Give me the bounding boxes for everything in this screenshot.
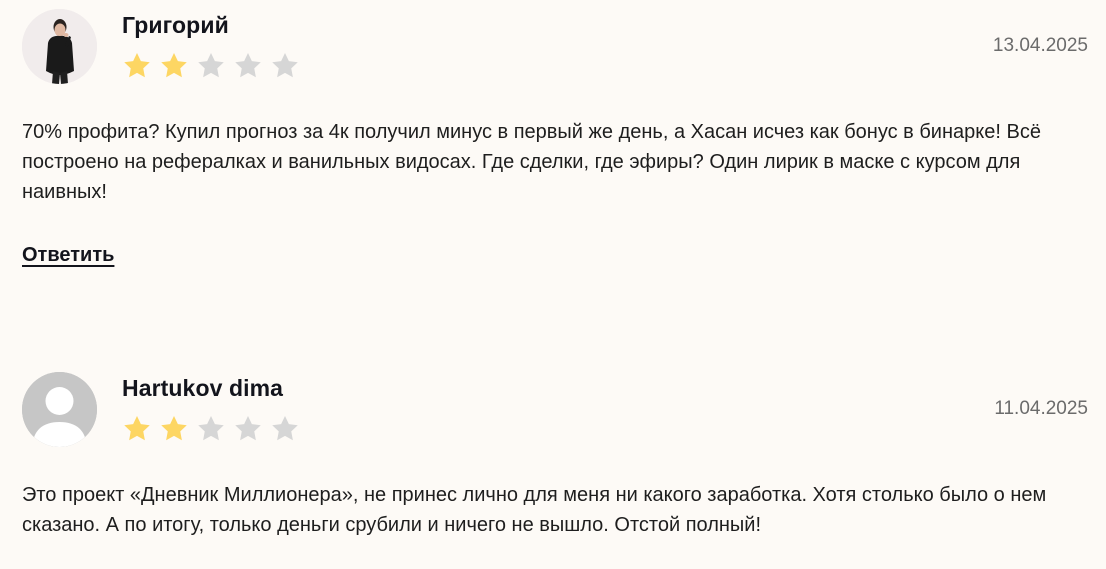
user-icon (22, 372, 97, 447)
star-empty-icon (198, 416, 224, 441)
review-date: 13.04.2025 (992, 35, 1088, 56)
star-empty-icon (235, 416, 261, 441)
rating-stars (122, 414, 300, 444)
review-card: Григорий 13.04.2025 70% профита? Купил п… (0, 0, 1106, 363)
review-author: Григорий (122, 12, 229, 38)
review-date: 11.04.2025 (994, 398, 1088, 419)
avatar (22, 9, 97, 84)
review-author: Hartukov dima (122, 375, 284, 401)
review-text: 70% профита? Купил прогноз за 4к получил… (22, 121, 1041, 203)
star-empty-icon (235, 53, 261, 78)
review-card: Hartukov dima 11.04.2025 Это проект «Дне… (0, 363, 1106, 540)
review-text: Это проект «Дневник Миллионера», не прин… (22, 484, 1047, 536)
star-empty-icon (272, 416, 298, 441)
star-filled-icon (161, 416, 187, 441)
rating-stars (122, 51, 300, 81)
review-header: Hartukov dima 11.04.2025 (22, 363, 1088, 455)
star-filled-icon (124, 416, 150, 441)
avatar-placeholder (22, 372, 97, 447)
star-filled-icon (124, 53, 150, 78)
star-empty-icon (198, 53, 224, 78)
review-header: Григорий 13.04.2025 (22, 0, 1088, 92)
star-empty-icon (272, 53, 298, 78)
star-filled-icon (161, 53, 187, 78)
reply-link[interactable]: Ответить (22, 244, 114, 267)
